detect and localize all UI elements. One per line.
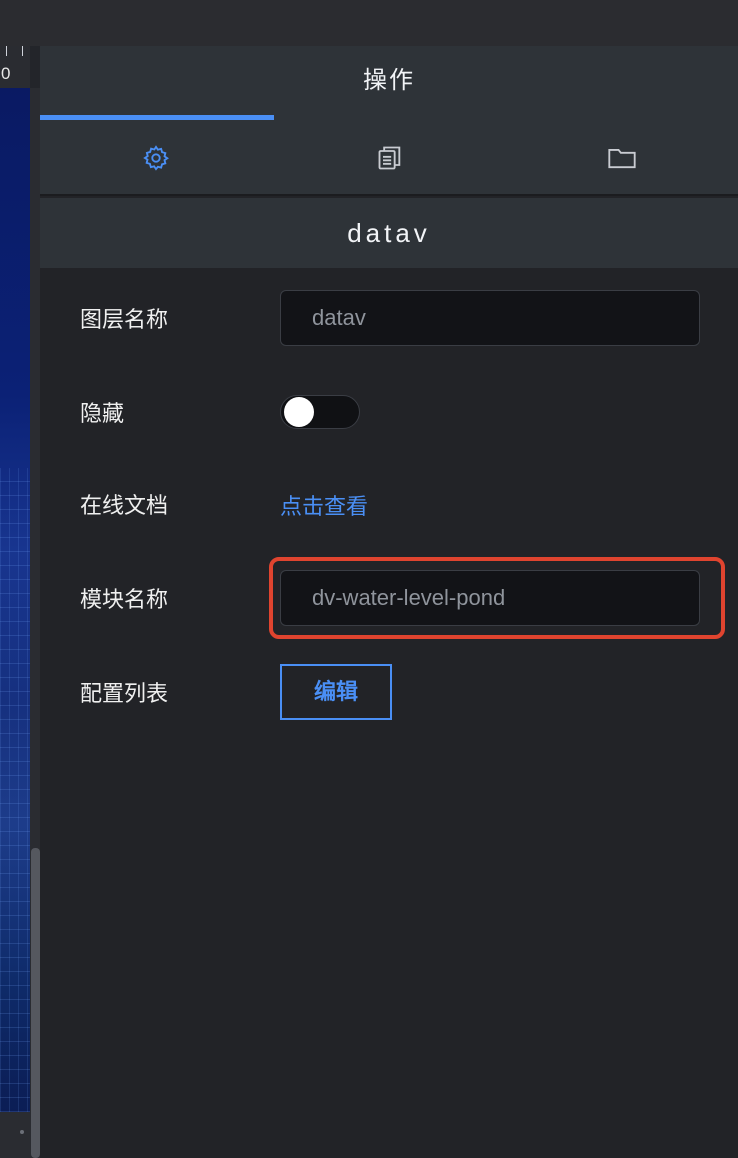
online-doc-label: 在线文档: [80, 493, 169, 518]
tab-operation[interactable]: 操作: [274, 46, 504, 120]
scroll-dot: [20, 1130, 24, 1134]
canvas-preview[interactable]: [0, 88, 30, 1112]
component-title: datav: [40, 198, 738, 268]
folder-icon: [608, 149, 636, 169]
config-panel: 操作 datav 图层名称 datav 隐藏 在线文档 点击查看 模块名称 dv…: [40, 46, 738, 1158]
tab-folder[interactable]: [506, 120, 738, 196]
vertical-scrollbar[interactable]: [30, 88, 40, 1158]
panel-header: 操作: [40, 46, 738, 120]
canvas-area: 0: [0, 46, 40, 1158]
layer-name-label: 图层名称: [80, 307, 169, 332]
layer-name-input[interactable]: datav: [280, 290, 700, 346]
hidden-toggle[interactable]: [280, 395, 360, 429]
module-name-label: 模块名称: [80, 587, 169, 612]
top-toolbar: [0, 0, 738, 46]
scrollbar-thumb[interactable]: [31, 848, 40, 1158]
tab-settings[interactable]: [40, 120, 272, 196]
ruler-value: 0: [1, 64, 11, 83]
tab-copy[interactable]: [274, 120, 506, 196]
canvas-footer: [0, 1112, 30, 1158]
toggle-knob: [284, 397, 314, 427]
edit-button[interactable]: 编辑: [280, 664, 392, 720]
hidden-label: 隐藏: [80, 401, 125, 426]
canvas-preview-graphic: [0, 468, 30, 1112]
module-name-input[interactable]: dv-water-level-pond: [280, 570, 700, 626]
ruler-tick: [22, 46, 23, 56]
config-list-label: 配置列表: [80, 681, 169, 706]
panel-icon-tabs: [40, 120, 738, 196]
horizontal-ruler: 0: [0, 46, 30, 88]
copy-icon: [378, 146, 401, 170]
ruler-tick: [6, 46, 7, 56]
gear-icon: [143, 145, 169, 171]
view-docs-link[interactable]: 点击查看: [280, 489, 368, 521]
